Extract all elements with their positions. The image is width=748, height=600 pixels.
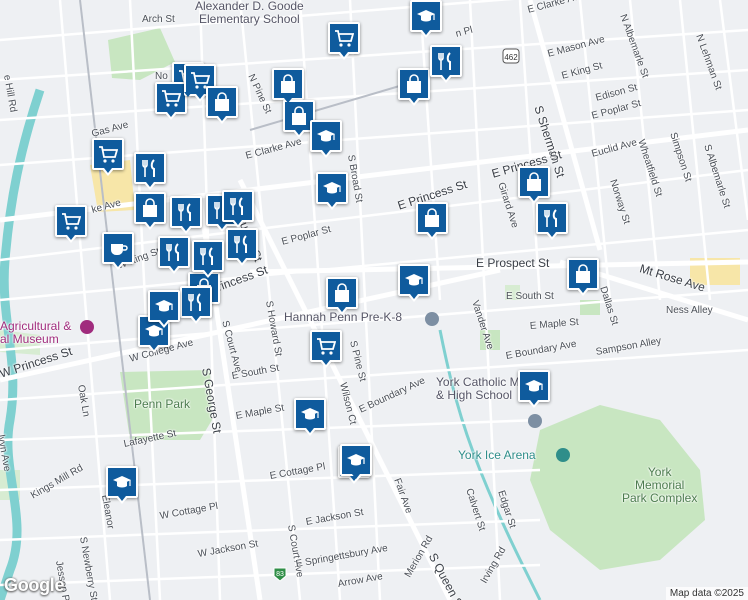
shopping-marker[interactable]: [567, 258, 599, 296]
shopping-cart-icon: [317, 338, 336, 355]
cafe-marker[interactable]: [102, 232, 134, 270]
grocery-marker[interactable]: [155, 82, 187, 120]
highway-shield-83: 83: [273, 567, 287, 582]
shopping-bag-icon: [407, 74, 421, 93]
grocery-marker[interactable]: [328, 22, 360, 60]
school-marker[interactable]: [316, 172, 348, 210]
shopping-marker[interactable]: [416, 202, 448, 240]
museum-icon[interactable]: [80, 320, 94, 334]
place-label-penn-park: Penn Park: [134, 397, 191, 411]
fork-knife-icon: [544, 209, 557, 227]
coffee-cup-icon: [111, 244, 128, 255]
school-marker[interactable]: [340, 444, 372, 482]
restaurant-marker[interactable]: [134, 152, 166, 190]
place-label-york-ice-arena: York Ice Arena: [458, 448, 536, 462]
svg-text:83: 83: [276, 571, 284, 578]
graduation-cap-icon: [301, 408, 319, 420]
school-marker[interactable]: [294, 398, 326, 436]
shopping-bag-icon: [527, 172, 541, 191]
school-marker[interactable]: [148, 290, 180, 328]
shopping-marker[interactable]: [134, 192, 166, 230]
graduation-cap-icon: [317, 130, 335, 142]
school-marker[interactable]: [310, 120, 342, 158]
graduation-cap-icon: [155, 300, 173, 312]
fork-knife-icon: [438, 52, 451, 70]
fork-knife-icon: [142, 159, 155, 177]
school-poi-icon[interactable]: [425, 312, 439, 326]
street-label-arch-st: Arch St: [142, 14, 175, 25]
shopping-bag-icon: [425, 208, 439, 227]
fork-knife-icon: [230, 197, 243, 215]
graduation-cap-icon: [323, 182, 341, 194]
google-logo: Google: [4, 575, 65, 595]
highway-shield-462: 462: [502, 48, 520, 64]
fork-knife-icon: [166, 243, 179, 261]
school-marker[interactable]: [410, 0, 442, 38]
map-attribution[interactable]: Map data ©2025: [665, 587, 748, 600]
street-label-ness-alley: Ness Alley: [666, 305, 713, 316]
school-marker[interactable]: [398, 264, 430, 302]
street-label-no: No: [155, 71, 168, 82]
restaurant-marker[interactable]: [170, 196, 202, 234]
restaurant-marker[interactable]: [192, 240, 224, 278]
shopping-bag-icon: [576, 264, 590, 283]
svg-text:462: 462: [504, 53, 518, 62]
restaurant-marker[interactable]: [222, 190, 254, 228]
arena-poi-icon[interactable]: [556, 448, 570, 462]
shopping-marker[interactable]: [326, 277, 358, 315]
street-label-e-prospect-st: E Prospect St: [476, 256, 550, 270]
restaurant-marker[interactable]: [226, 228, 258, 266]
fork-knife-icon: [234, 235, 247, 253]
map-canvas[interactable]: Arch St N Pine St E Clarke Ave N Albemar…: [0, 0, 748, 600]
shopping-marker[interactable]: [518, 166, 550, 204]
place-label-york-memorial-park: York Memorial Park Complex: [622, 465, 698, 505]
shopping-bag-icon: [281, 74, 295, 93]
school-marker[interactable]: [518, 370, 550, 408]
shopping-cart-icon: [335, 30, 354, 47]
shopping-marker[interactable]: [206, 86, 238, 124]
graduation-cap-icon: [113, 476, 131, 488]
place-label-museum: Agricultural & al Museum: [0, 319, 72, 346]
grocery-marker[interactable]: [92, 138, 124, 176]
graduation-cap-icon: [347, 454, 365, 466]
shopping-cart-icon: [62, 213, 81, 230]
shopping-marker[interactable]: [272, 68, 304, 106]
shopping-marker[interactable]: [398, 68, 430, 106]
restaurant-marker[interactable]: [536, 202, 568, 240]
graduation-cap-icon: [405, 274, 423, 286]
graduation-cap-icon: [525, 380, 543, 392]
shopping-bag-icon: [292, 106, 306, 125]
shopping-cart-icon: [162, 90, 181, 107]
shopping-cart-icon: [99, 146, 118, 163]
street-label-e-south-st-right: E South St: [506, 291, 554, 302]
fork-knife-icon: [178, 203, 191, 221]
fork-knife-icon: [200, 247, 213, 265]
shopping-bag-icon: [335, 283, 349, 302]
school-poi-icon[interactable]: [528, 414, 542, 428]
restaurant-marker[interactable]: [158, 236, 190, 274]
school-marker[interactable]: [106, 466, 138, 504]
place-label-alexander-goode: Alexander D. Goode Elementary School: [195, 0, 304, 26]
graduation-cap-icon: [417, 10, 435, 22]
shopping-bag-icon: [143, 198, 157, 217]
grocery-marker[interactable]: [55, 205, 87, 243]
restaurant-marker[interactable]: [430, 45, 462, 83]
grocery-marker[interactable]: [310, 330, 342, 368]
shopping-bag-icon: [215, 92, 229, 111]
